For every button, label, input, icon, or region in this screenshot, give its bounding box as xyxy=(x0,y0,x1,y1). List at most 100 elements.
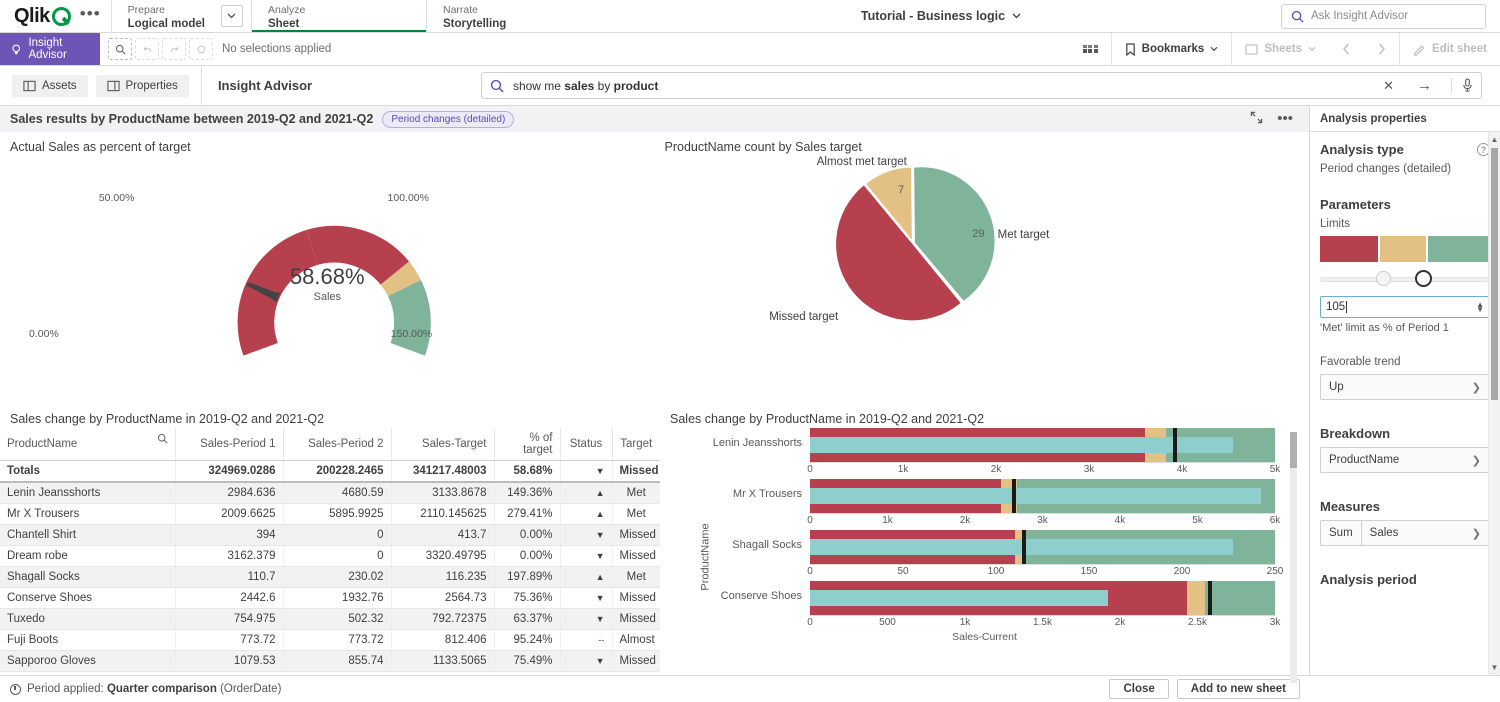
search-icon[interactable] xyxy=(157,433,168,447)
logo-area: Qlik ••• xyxy=(0,0,111,32)
spinner-icon[interactable]: ▲▼ xyxy=(1476,302,1484,312)
nav-prepare[interactable]: Prepare Logical model xyxy=(112,2,221,31)
period-applied-label: Period applied: xyxy=(27,683,104,695)
collapse-icon[interactable] xyxy=(1250,111,1263,127)
slider-knob-almost[interactable] xyxy=(1376,271,1391,286)
panel-title: Insight Advisor xyxy=(201,66,481,106)
bullet-scrollbar[interactable] xyxy=(1290,432,1297,684)
edit-sheet-button[interactable]: Edit sheet xyxy=(1399,33,1500,66)
table-row[interactable]: Dream robe3162.37903320.497950.00%▼Misse… xyxy=(0,545,660,566)
table-row[interactable]: Shagall Socks110.7230.02116.235197.89%▲M… xyxy=(0,566,660,587)
favorable-trend-select[interactable]: Up ❯ xyxy=(1320,374,1490,400)
assets-button[interactable]: Assets xyxy=(12,75,88,97)
scroll-up-icon[interactable]: ▲ xyxy=(1489,135,1500,144)
table-row[interactable]: Fuji Boots773.72773.72812.40695.24%--Alm… xyxy=(0,629,660,650)
bookmarks-button[interactable]: Bookmarks xyxy=(1111,33,1232,66)
bullet-charts[interactable]: ProductName Lenin Jeansshorts01k2k3k4k5k… xyxy=(670,428,1299,688)
ask-insight-advisor-input[interactable]: Ask Insight Advisor xyxy=(1281,4,1486,29)
previous-sheet-button[interactable] xyxy=(1329,33,1364,66)
charts-row-bottom: Sales change by ProductName in 2019-Q2 a… xyxy=(0,404,1309,676)
bullet-axis-tick: 3k xyxy=(1037,515,1048,526)
bullet-group[interactable]: Lenin Jeansshorts01k2k3k4k5k xyxy=(670,428,1299,477)
gauge-chart-cell[interactable]: Actual Sales as percent of target xyxy=(0,132,655,404)
clear-selections-button[interactable] xyxy=(189,38,213,60)
qlik-sense-app: Qlik ••• Prepare Logical model Analyze S… xyxy=(0,0,1500,702)
limit-value-input[interactable]: 105 ▲▼ xyxy=(1320,296,1490,318)
clear-search-icon[interactable]: ✕ xyxy=(1377,78,1400,94)
pie-label-almost: Almost met target xyxy=(817,156,907,168)
slider-knob-met[interactable] xyxy=(1415,270,1432,287)
bullet-group[interactable]: Mr X Trousers01k2k3k4k5k6k xyxy=(670,479,1299,528)
bullet-group[interactable]: Shagall Socks050100150200250 xyxy=(670,530,1299,579)
bullet-group[interactable]: Conserve Shoes05001k1.5k2k2.5k3k xyxy=(670,581,1299,630)
table-row[interactable]: Mr X Trousers2009.66255895.99252110.1456… xyxy=(0,503,660,524)
col-sales-period-2[interactable]: Sales-Period 2 xyxy=(283,428,391,461)
col-status[interactable]: Status xyxy=(560,428,612,461)
table-row[interactable]: Chantell Shirt3940413.70.00%▼Missed xyxy=(0,524,660,545)
sheets-button[interactable]: Sheets xyxy=(1231,33,1329,66)
properties-scrollbar[interactable]: ▲ ▼ xyxy=(1488,132,1500,675)
pie-chart-cell[interactable]: ProductName count by Sales target xyxy=(655,132,1310,404)
selection-search-button[interactable] xyxy=(108,38,132,60)
bullet-chart-cell[interactable]: Sales change by ProductName in 2019-Q2 a… xyxy=(660,404,1309,676)
query-prefix: show me xyxy=(513,79,564,93)
table-row[interactable]: Lenin Jeansshorts2984.6364680.593133.867… xyxy=(0,482,660,504)
search-query-text: show me sales by product xyxy=(513,79,1368,93)
panel-left-icon xyxy=(23,80,36,92)
bullet-scrollbar-thumb[interactable] xyxy=(1290,432,1297,468)
chevron-right-icon: ❯ xyxy=(1472,381,1481,394)
sheet-icon xyxy=(1245,44,1258,55)
col-productname[interactable]: ProductName xyxy=(0,428,175,461)
breakdown-heading: Breakdown xyxy=(1320,426,1490,441)
col-sales-target[interactable]: Sales-Target xyxy=(391,428,494,461)
undo-icon xyxy=(142,44,153,55)
limits-slider[interactable] xyxy=(1320,271,1490,287)
properties-button[interactable]: Properties xyxy=(96,75,189,97)
nav-narrate[interactable]: Narrate Storytelling xyxy=(426,0,601,32)
gauge-tick-100: 100.00% xyxy=(388,192,429,204)
limit-hint: 'Met' limit as % of Period 1 xyxy=(1320,322,1490,334)
app-title[interactable]: Tutorial - Business logic xyxy=(601,0,1281,32)
nav-analyze[interactable]: Analyze Sheet xyxy=(251,0,426,32)
qlik-q-icon xyxy=(52,7,71,26)
more-icon[interactable]: ••• xyxy=(80,9,101,24)
gauge-chart[interactable]: 58.68% Sales 50.00% 100.00% 0.00% 150.00… xyxy=(10,156,645,371)
cell-sales-period-1: 3162.379 xyxy=(175,545,283,566)
scroll-down-icon[interactable]: ▼ xyxy=(1489,663,1500,672)
col-sales-period-1[interactable]: Sales-Period 1 xyxy=(175,428,283,461)
submit-search-icon[interactable]: → xyxy=(1409,77,1440,94)
cell-target: Missed xyxy=(612,650,660,671)
bookmark-icon xyxy=(1125,43,1136,56)
qlik-logo[interactable]: Qlik xyxy=(14,5,71,28)
measure-select[interactable]: Sum Sales ❯ xyxy=(1320,520,1490,546)
sales-change-table[interactable]: ProductName Sales-Period 1 Sales-Period … xyxy=(0,428,660,672)
charts-grid: Actual Sales as percent of target xyxy=(0,132,1309,675)
cell-sales-period-2: 773.72 xyxy=(283,629,391,650)
table-row[interactable]: Conserve Shoes2442.61932.762564.7375.36%… xyxy=(0,587,660,608)
insight-advisor-badge[interactable]: Insight Advisor xyxy=(0,33,100,65)
breakdown-select[interactable]: ProductName ❯ xyxy=(1320,447,1490,473)
chevron-down-icon[interactable] xyxy=(1012,13,1021,19)
search-input[interactable]: show me sales by product ✕ → xyxy=(481,72,1482,99)
table-cell[interactable]: Sales change by ProductName in 2019-Q2 a… xyxy=(0,404,660,676)
properties-scrollbar-thumb[interactable] xyxy=(1491,148,1498,400)
step-back-button[interactable] xyxy=(135,38,159,60)
col-target[interactable]: Target xyxy=(612,428,660,461)
app-grid-button[interactable] xyxy=(1070,33,1111,66)
more-options-icon[interactable]: ••• xyxy=(1277,115,1293,123)
cell-productname: Chantell Shirt xyxy=(0,524,175,545)
next-sheet-button[interactable] xyxy=(1364,33,1399,66)
voice-search-icon[interactable] xyxy=(1451,78,1473,93)
swatch-almost xyxy=(1380,236,1426,262)
bullet-target-marker xyxy=(1173,428,1177,462)
cell-sales-period-1: 754.975 xyxy=(175,608,283,629)
bullet-axis: 050100150200250 xyxy=(810,564,1275,579)
cell-target: Missed xyxy=(612,608,660,629)
step-forward-button[interactable] xyxy=(162,38,186,60)
table-row[interactable]: Sapporoo Gloves1079.53855.741133.506575.… xyxy=(0,650,660,671)
col-pct-of-target[interactable]: % of target xyxy=(494,428,560,461)
pie-chart[interactable]: Almost met target Met target Missed targ… xyxy=(665,156,1300,371)
prepare-section[interactable]: Prepare Logical model xyxy=(111,0,251,32)
chevron-down-icon[interactable] xyxy=(221,5,243,27)
table-row[interactable]: Tuxedo754.975502.32792.7237563.37%▼Misse… xyxy=(0,608,660,629)
